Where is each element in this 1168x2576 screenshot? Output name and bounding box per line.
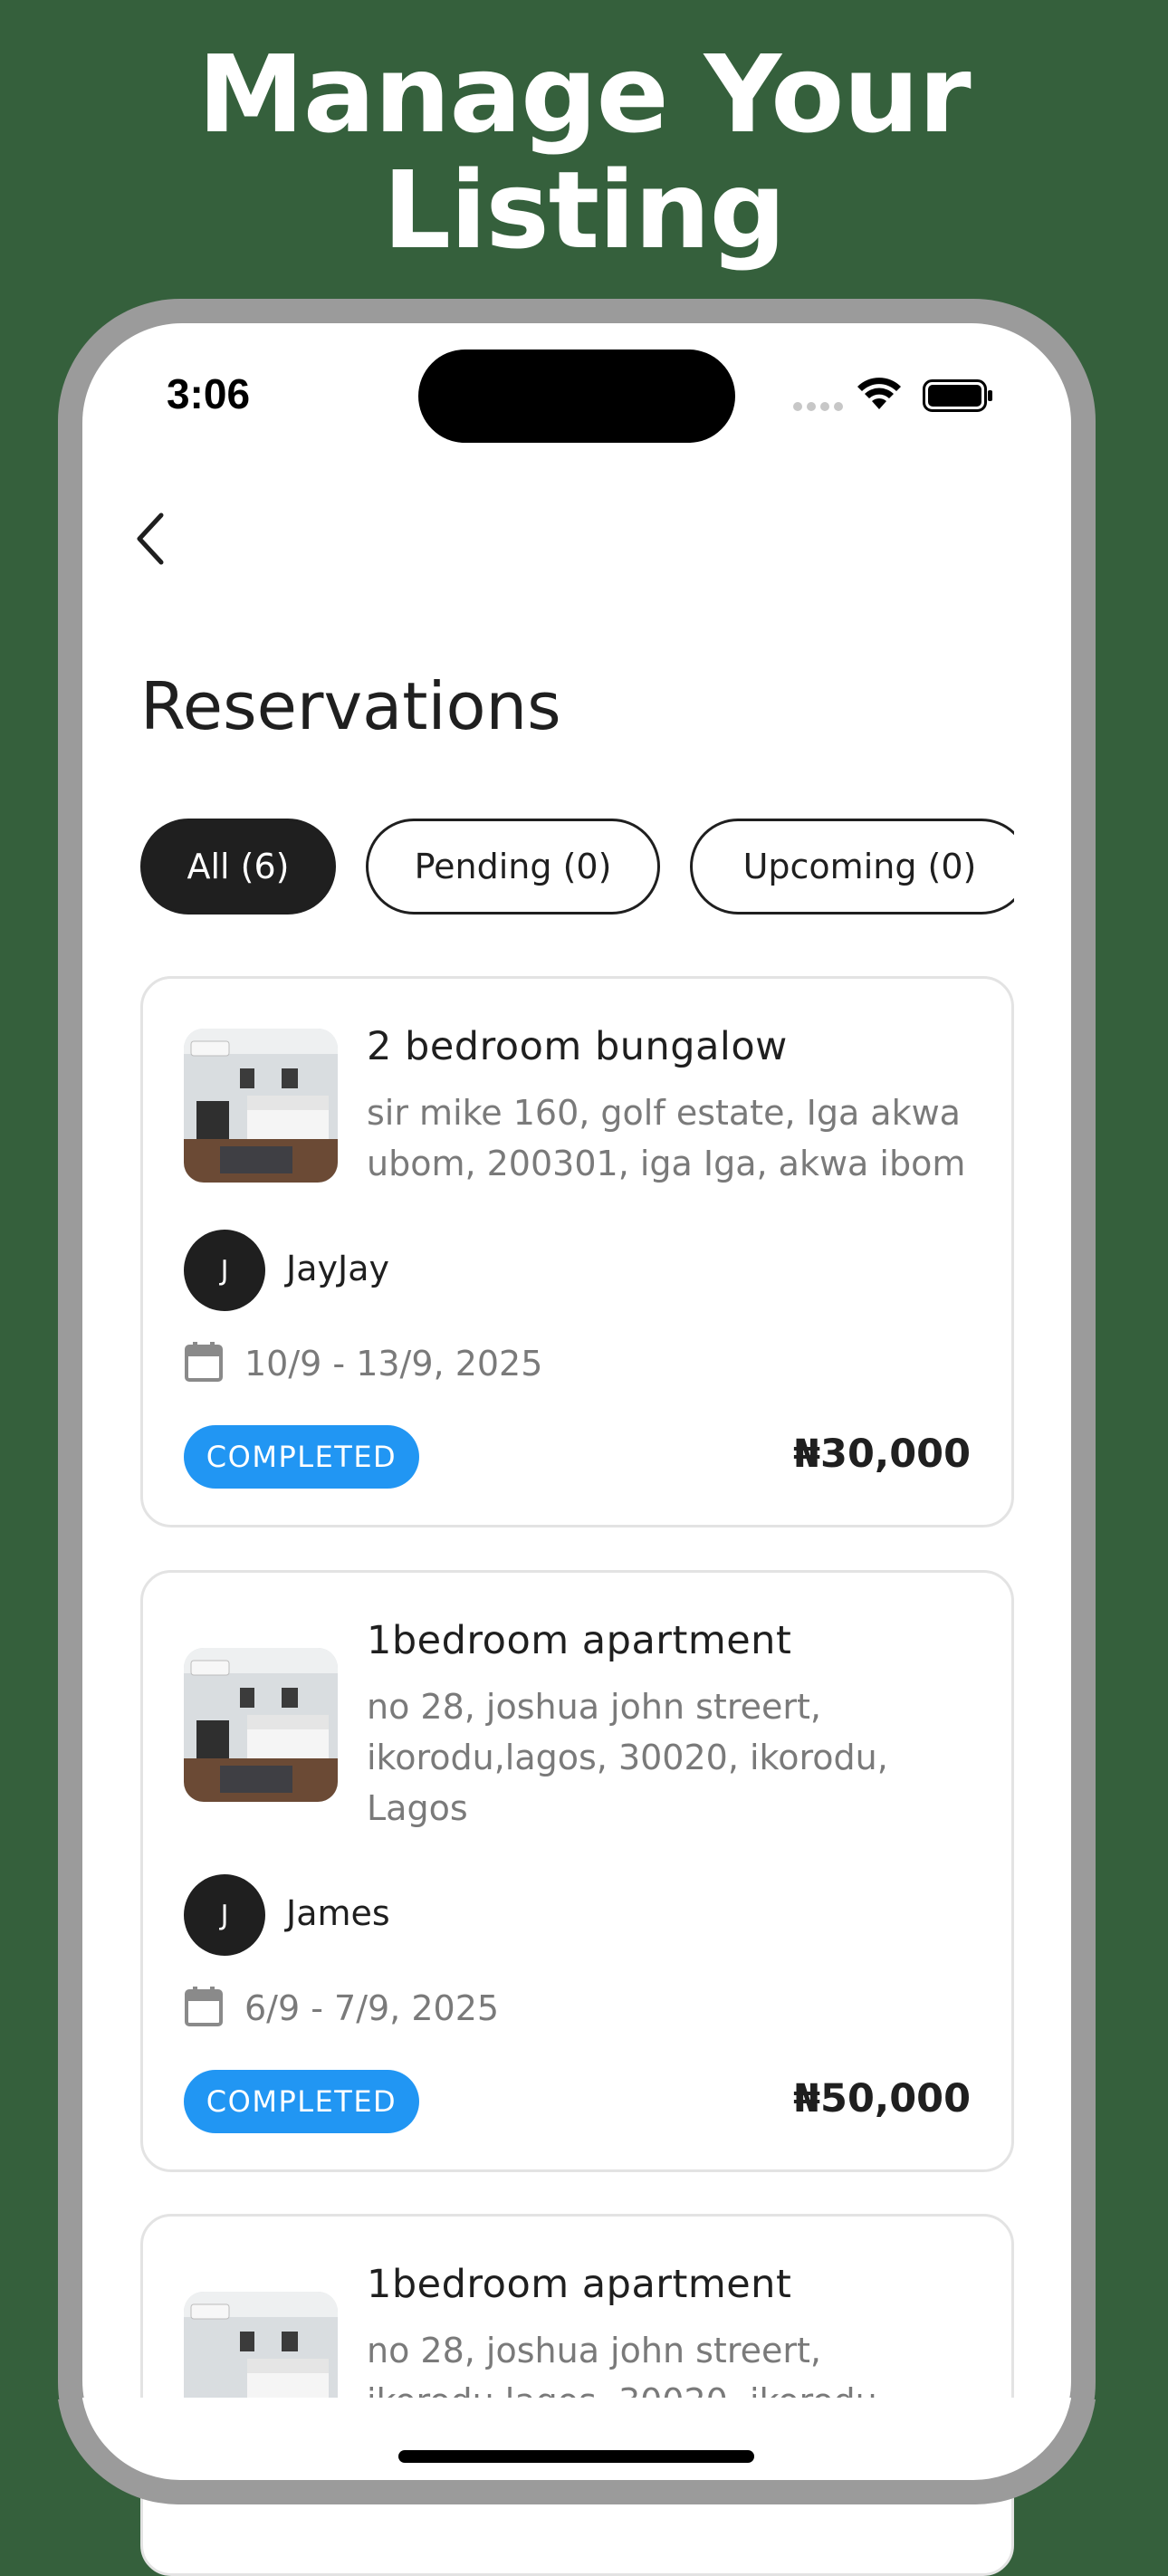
reservation-card[interactable]: 1bedroom apartment no 28, joshua john st…: [140, 2214, 1014, 2576]
signal-icon: [793, 402, 843, 411]
avatar: J: [184, 1230, 265, 1311]
status-badge: COMPLETED: [184, 1425, 419, 1489]
listing-address: no 28, joshua john streert, ikorodu,lago…: [367, 1687, 888, 1828]
reservation-price: ₦50,000: [793, 2076, 971, 2121]
filter-chips: All (6) Pending (0) Upcoming (0): [140, 819, 1014, 916]
calendar-icon: [185, 1987, 223, 2026]
battery-icon: [923, 379, 992, 412]
calendar-icon: [185, 1342, 223, 1382]
listing-address: sir mike 160, golf estate, Iga akwa ubom…: [367, 1093, 966, 1183]
reservation-price: ₦30,000: [793, 1432, 971, 1477]
filter-chip-all[interactable]: All (6): [140, 819, 336, 915]
guest-name: James: [286, 1893, 390, 1933]
chevron-left-icon: [137, 512, 164, 565]
wifi-icon: [857, 378, 901, 409]
reservation-dates: 10/9 - 13/9, 2025: [244, 1344, 543, 1384]
promo-headline-line1: Manage Your: [197, 32, 971, 157]
home-indicator[interactable]: [398, 2450, 754, 2463]
dynamic-island: [418, 350, 735, 443]
promo-headline: Manage Your Listing: [0, 36, 1168, 268]
back-button[interactable]: [123, 507, 177, 570]
listing-title: 1bedroom apartment: [367, 2262, 792, 2307]
status-badge: COMPLETED: [184, 2070, 419, 2133]
reservation-card[interactable]: 2 bedroom bungalow sir mike 160, golf es…: [140, 976, 1014, 1527]
listing-title: 2 bedroom bungalow: [367, 1024, 788, 1069]
guest-name: JayJay: [286, 1249, 389, 1288]
listing-thumbnail: [184, 1648, 338, 1802]
page-title: Reservations: [140, 668, 561, 744]
listing-thumbnail: [184, 1029, 338, 1183]
status-time: 3:06: [166, 370, 251, 417]
reservation-dates: 6/9 - 7/9, 2025: [244, 1988, 500, 2028]
avatar: J: [184, 1874, 265, 1956]
filter-chip-pending[interactable]: Pending (0): [366, 819, 660, 915]
listing-title: 1bedroom apartment: [367, 1618, 792, 1663]
bottom-safe-area: [82, 2398, 1071, 2497]
filter-chip-upcoming[interactable]: Upcoming (0): [690, 819, 1014, 915]
promo-headline-line2: Listing: [382, 148, 786, 273]
reservation-card[interactable]: 1bedroom apartment no 28, joshua john st…: [140, 1570, 1014, 2172]
